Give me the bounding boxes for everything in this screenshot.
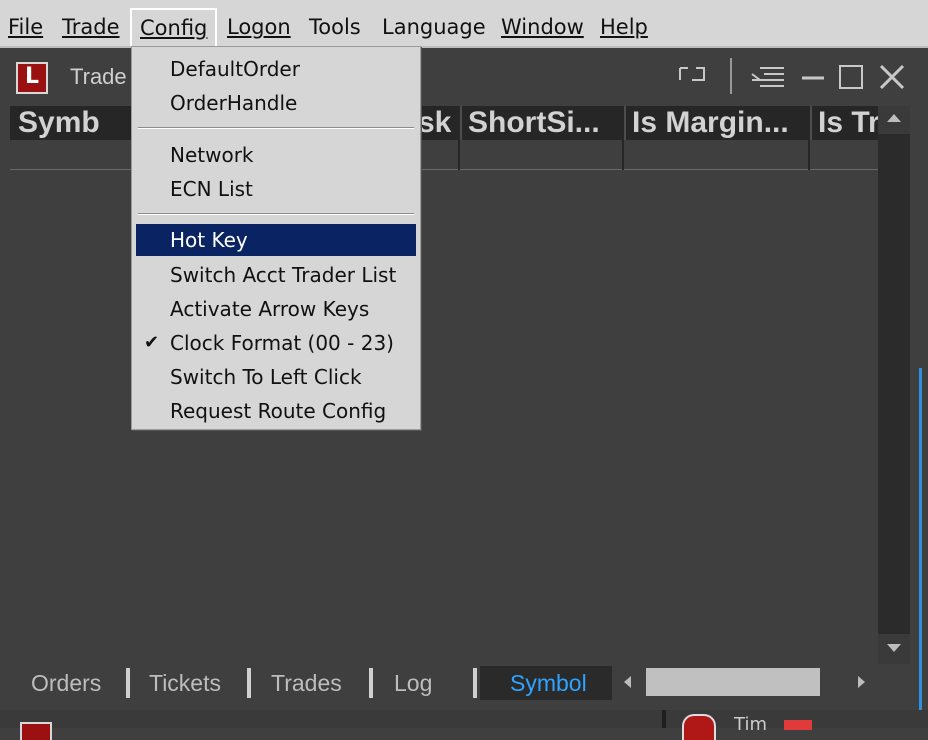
tab-scroll-left-icon[interactable]	[624, 676, 631, 688]
tab-tickets[interactable]: Tickets	[149, 666, 221, 700]
menu-item-network[interactable]: Network	[136, 139, 416, 171]
menu-item-order-handle[interactable]: OrderHandle	[136, 87, 416, 119]
checkmark-icon: ✔	[144, 332, 160, 353]
bottom-tab-bar: Orders Tickets Trades Log Symbol	[0, 664, 928, 702]
scroll-up-icon[interactable]	[887, 114, 901, 122]
menu-item-hot-key[interactable]: Hot Key	[136, 224, 416, 256]
col-header-ask[interactable]: sk	[418, 106, 458, 140]
col-divider[interactable]	[624, 106, 626, 140]
close-icon[interactable]	[878, 62, 906, 92]
strip-red-indicator	[784, 720, 812, 730]
menu-item-clock-format-label: Clock Format (00 - 23)	[170, 331, 394, 355]
cell-divider	[458, 140, 460, 170]
tab-divider	[369, 668, 373, 698]
menu-config-label: Config	[140, 16, 208, 40]
cell-divider	[808, 140, 810, 170]
menu-window[interactable]: Window	[493, 10, 592, 44]
menu-item-request-route-config[interactable]: Request Route Config	[136, 395, 416, 427]
menu-file[interactable]: File	[0, 10, 51, 44]
controls-divider	[730, 58, 732, 94]
tab-scroll-right-icon[interactable]	[858, 676, 865, 688]
vertical-scrollbar[interactable]	[878, 106, 910, 664]
menu-window-label: Window	[501, 15, 584, 39]
power-icon	[682, 714, 716, 740]
menu-trade[interactable]: Trade	[54, 10, 128, 44]
menu-separator	[138, 127, 414, 129]
menu-item-default-order[interactable]: DefaultOrder	[136, 53, 416, 85]
menu-item-switch-to-left-click[interactable]: Switch To Left Click	[136, 361, 416, 393]
config-dropdown-menu: DefaultOrder OrderHandle Network ECN Lis…	[131, 46, 421, 430]
menu-help-label: Help	[600, 15, 648, 39]
tab-scroll-thumb[interactable]	[646, 668, 820, 696]
maximize-icon[interactable]	[838, 62, 864, 92]
menu-item-switch-acct-trader-list[interactable]: Switch Acct Trader List	[136, 259, 416, 291]
menu-config[interactable]: Config	[130, 8, 218, 46]
app-logo: L	[16, 62, 48, 94]
menu-language[interactable]: Language	[374, 10, 494, 44]
tab-symbol[interactable]: Symbol	[510, 666, 587, 700]
menu-tools[interactable]: Tools	[301, 10, 369, 44]
app-logo-small	[20, 722, 52, 740]
menu-help[interactable]: Help	[592, 10, 656, 44]
scroll-track[interactable]	[878, 134, 910, 634]
strip-divider	[662, 710, 666, 728]
tab-divider	[247, 668, 251, 698]
tab-divider	[126, 668, 130, 698]
menu-separator	[138, 213, 414, 215]
menu-trade-label: Trade	[62, 15, 120, 39]
menu-item-ecn-list[interactable]: ECN List	[136, 173, 416, 205]
cell-divider	[622, 140, 624, 170]
restore-small-icon[interactable]	[678, 62, 706, 92]
col-divider[interactable]	[810, 106, 812, 140]
menu-language-label: Language	[382, 15, 486, 39]
menu-lines-icon[interactable]	[750, 62, 786, 92]
strip-window-title: Tim	[734, 714, 767, 735]
menu-tools-label: Tools	[309, 15, 361, 39]
col-divider[interactable]	[460, 106, 462, 140]
menu-file-label: File	[8, 15, 44, 39]
tab-divider	[473, 668, 477, 698]
menu-item-activate-arrow-keys[interactable]: Activate Arrow Keys	[136, 293, 416, 325]
col-header-short-size[interactable]: ShortSi...	[468, 106, 624, 140]
tab-log[interactable]: Log	[394, 666, 432, 700]
menu-logon[interactable]: Logon	[219, 10, 299, 44]
col-header-is-marginable[interactable]: Is Margin...	[632, 106, 812, 140]
bottom-window-strip: Tim	[0, 710, 928, 740]
scroll-down-icon[interactable]	[887, 644, 901, 652]
window-title: Trade	[70, 64, 127, 89]
menu-bar: File Trade Config Logon Tools Language W…	[0, 0, 928, 48]
minimize-icon[interactable]	[800, 62, 826, 92]
tab-orders[interactable]: Orders	[31, 666, 101, 700]
col-header-is-tradable[interactable]: Is Tr	[818, 106, 878, 140]
menu-item-clock-format[interactable]: ✔ Clock Format (00 - 23)	[136, 327, 416, 359]
tab-trades[interactable]: Trades	[271, 666, 342, 700]
menu-logon-label: Logon	[227, 15, 291, 39]
